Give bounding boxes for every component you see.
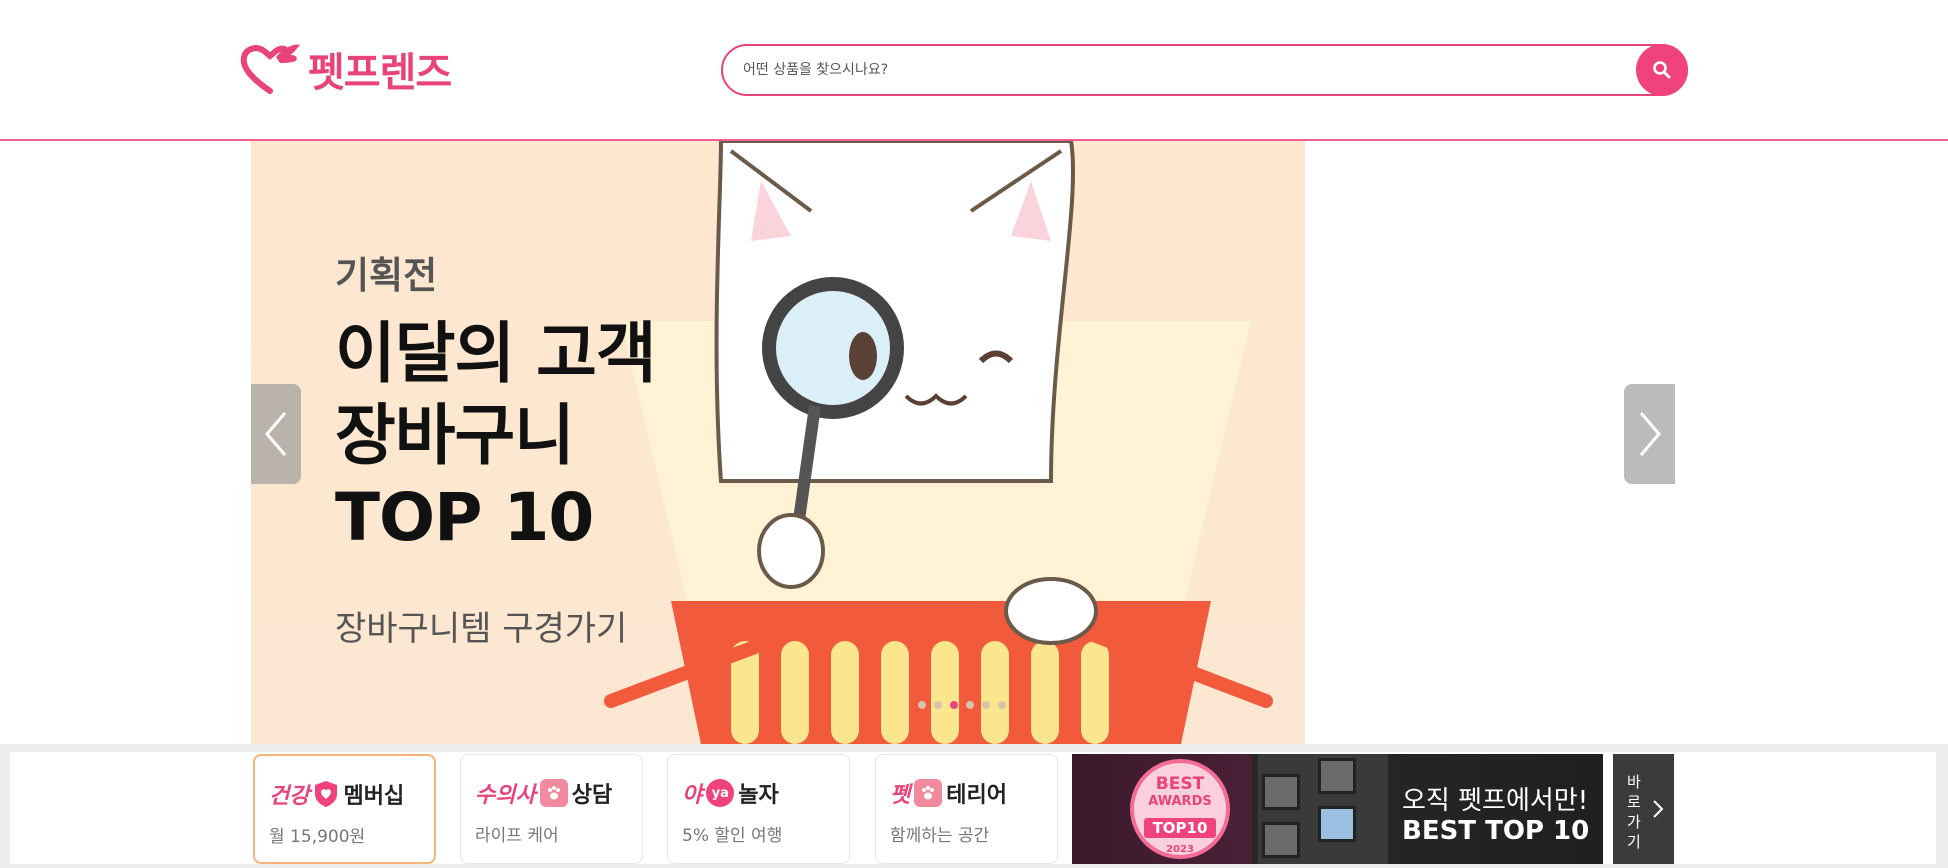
paw-icon	[914, 779, 943, 807]
shortcut-title: 야 ya 놀자	[682, 777, 779, 809]
banner-headline-line: 장바구니	[335, 397, 575, 474]
shortcut-title-accent: 건강	[269, 784, 310, 809]
shortcut-title: 펫 테리어	[890, 777, 1007, 809]
promo-line1: 오직 펫프에서만!	[1402, 786, 1589, 816]
shortcut-subtitle: 라이프 케어	[475, 826, 559, 846]
carousel-dot[interactable]	[982, 701, 990, 709]
award-line: BEST	[1155, 774, 1205, 794]
chevron-left-icon	[265, 412, 287, 456]
photo-frame	[1262, 822, 1300, 858]
shortcut-subtitle: 월 15,900원	[269, 827, 366, 847]
shortcut-title-rest: 멤버십	[343, 784, 405, 809]
shortcut-subtitle: 5% 할인 여행	[682, 826, 783, 846]
banner-tag: 기획전	[335, 254, 438, 297]
shortcut-card-health-membership[interactable]: 건강 멤버십 월 15,900원	[253, 754, 436, 864]
heart-shield-icon	[315, 781, 338, 807]
shortcut-title-rest: 테리어	[946, 783, 1007, 808]
carousel-dot[interactable]	[998, 701, 1006, 709]
goto-button[interactable]: 바로가기	[1613, 754, 1674, 864]
search-input[interactable]	[743, 56, 1623, 84]
photo-frame	[1318, 806, 1356, 842]
shortcut-title: 수의사 상담	[475, 777, 612, 809]
site-header: 펫프렌즈	[0, 0, 1948, 141]
shortcut-title-accent: 펫	[890, 783, 911, 808]
search-icon	[1653, 61, 1671, 79]
carousel-next-button[interactable]	[1624, 384, 1675, 484]
shortcut-card-petterior[interactable]: 펫 테리어 함께하는 공간	[875, 754, 1058, 864]
logo-text: 펫프렌즈	[308, 50, 452, 96]
main-banner[interactable]: 기획전 이달의 고객 장바구니 TOP 10 장바구니템 구경가기	[251, 141, 1305, 744]
shortcut-card-vet-consult[interactable]: 수의사 상담 라이프 케어	[460, 754, 643, 864]
logo[interactable]: 펫프렌즈	[240, 40, 452, 98]
banner-link[interactable]: 장바구니템 구경가기	[335, 601, 627, 650]
heart-wing-logo-icon	[240, 44, 300, 94]
best-top10-promo[interactable]: BEST AWARDS TOP10 2023 오직 펫프에서만! BEST TO…	[1072, 754, 1603, 864]
carousel-dot[interactable]	[934, 701, 942, 709]
shortcut-strip: 건강 멤버십 월 15,900원 수의사 상담 라이프 케어 야 ya 놀자 5…	[0, 744, 1948, 868]
shortcut-title-rest: 놀자	[738, 783, 779, 808]
shortcut-title: 건강 멤버십	[269, 778, 404, 810]
carousel-dot-active[interactable]	[950, 701, 958, 709]
chevron-right-icon	[1639, 412, 1661, 456]
ya-icon: ya	[706, 779, 735, 807]
shortcut-subtitle: 함께하는 공간	[890, 826, 990, 846]
award-year: 2023	[1166, 844, 1194, 855]
search-bar	[721, 44, 1688, 96]
goto-label: 바로가기	[1627, 773, 1641, 851]
chevron-right-icon	[1653, 800, 1664, 818]
photo-frame	[1262, 774, 1300, 810]
award-line: AWARDS	[1148, 794, 1212, 809]
carousel-dot[interactable]	[966, 701, 974, 709]
promo-line2: BEST TOP 10	[1402, 816, 1590, 846]
award-top10: TOP10	[1152, 819, 1208, 837]
shortcut-title-accent: 야	[682, 783, 703, 808]
shortcut-title-accent: 수의사	[475, 783, 536, 808]
photo-frame	[1318, 758, 1356, 794]
banner-headline: 이달의 고객 장바구니 TOP 10	[335, 313, 657, 559]
promo-photos	[1258, 754, 1388, 864]
banner-headline-line: 이달의 고객	[335, 315, 657, 392]
carousel-dot[interactable]	[918, 701, 926, 709]
paw-icon	[539, 779, 568, 807]
carousel-dots	[918, 701, 1006, 709]
award-text: BEST AWARDS	[1137, 776, 1223, 810]
shortcut-card-yanolja[interactable]: 야 ya 놀자 5% 할인 여행	[667, 754, 850, 864]
shortcut-title-rest: 상담	[571, 783, 613, 808]
search-button[interactable]	[1636, 44, 1688, 96]
banner-headline-line: TOP 10	[335, 479, 594, 556]
carousel-prev-button[interactable]	[251, 384, 301, 484]
